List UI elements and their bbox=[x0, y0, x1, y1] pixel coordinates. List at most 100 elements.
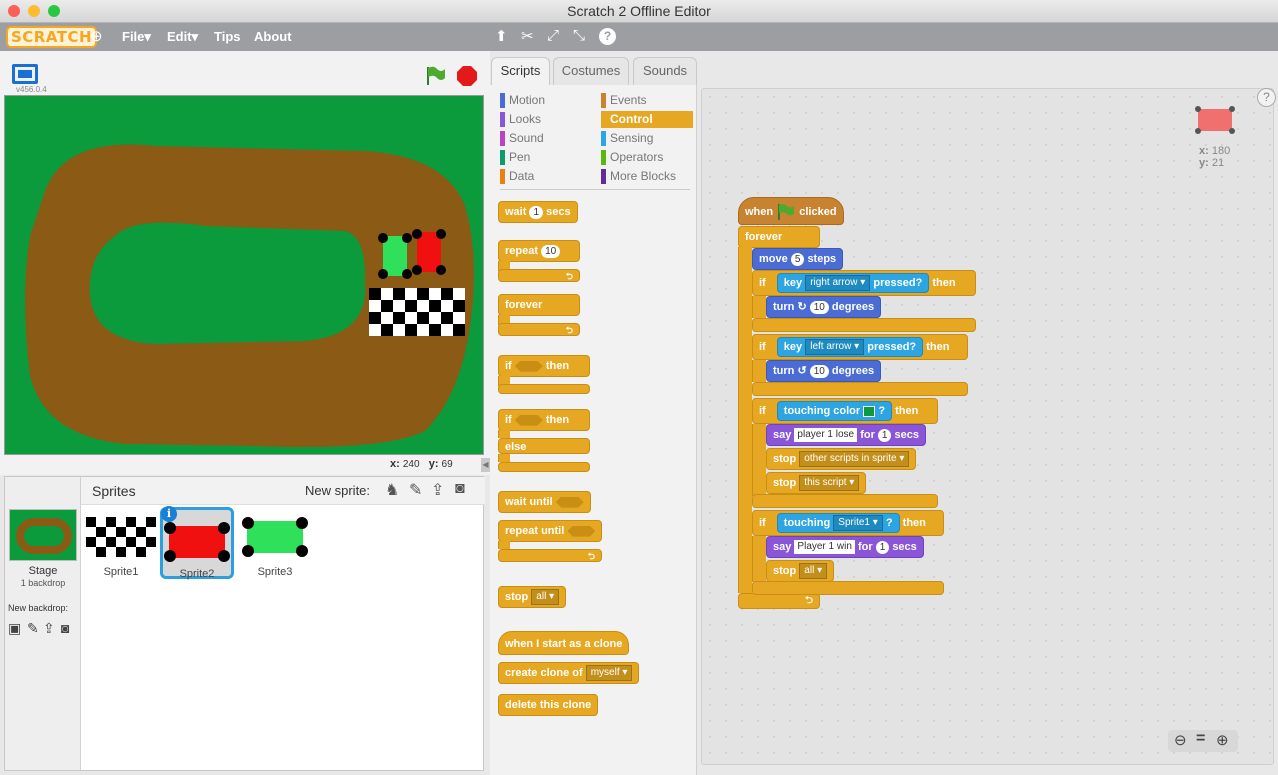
menu-about[interactable]: About bbox=[254, 29, 292, 44]
palette-if-then-block[interactable]: if then bbox=[498, 355, 590, 377]
paint-backdrop-landscape-icon[interactable]: ▣ bbox=[8, 620, 21, 637]
zoom-out-icon[interactable]: ⊖ bbox=[1174, 731, 1187, 749]
green-car-sprite[interactable] bbox=[377, 232, 413, 280]
menu-tips[interactable]: Tips bbox=[214, 29, 241, 44]
repeat-until-mouth bbox=[498, 541, 510, 549]
say-lose-block[interactable]: say player 1 lose for 1 secs bbox=[766, 424, 927, 446]
key-pressed-sensor[interactable]: key left arrow ▾ pressed? bbox=[776, 337, 924, 357]
maximize-window-button[interactable] bbox=[48, 5, 60, 17]
stage-canvas[interactable] bbox=[4, 95, 484, 455]
key-pressed-sensor[interactable]: key right arrow ▾ pressed? bbox=[776, 273, 930, 293]
if-key-left-block[interactable]: if key left arrow ▾ pressed? then bbox=[752, 334, 968, 360]
script-canvas[interactable]: x: 180 y: 21 when clicked forever ⮌ move… bbox=[701, 88, 1274, 765]
move-steps-block[interactable]: move 5 steps bbox=[752, 248, 844, 270]
help-icon[interactable]: ? bbox=[599, 28, 616, 45]
green-flag-icon[interactable] bbox=[424, 65, 446, 87]
if-key-right-block[interactable]: if key right arrow ▾ pressed? then bbox=[752, 270, 976, 296]
palette-forever-block[interactable]: forever bbox=[498, 294, 580, 316]
touching-color-sensor[interactable]: touching color ? bbox=[776, 401, 893, 421]
category-sensing[interactable]: Sensing bbox=[601, 130, 653, 147]
say-win-block[interactable]: say Player 1 win for 1 secs bbox=[766, 536, 924, 558]
zoom-reset-icon[interactable]: = bbox=[1196, 730, 1205, 748]
sprite-thumbnail-sprite2[interactable]: i Sprite2 bbox=[160, 506, 234, 580]
stop-all-block[interactable]: stop all ▾ bbox=[766, 560, 835, 582]
cut-scissors-icon[interactable]: ✂ bbox=[521, 27, 534, 45]
when-flag-clicked-block[interactable]: when clicked bbox=[738, 197, 844, 225]
palette-repeat-until-block[interactable]: repeat until bbox=[498, 520, 602, 542]
green-flag-icon bbox=[778, 204, 795, 221]
palette-repeat-block[interactable]: repeat 10 bbox=[498, 240, 580, 262]
forever-loop-arrow-icon: ⮌ bbox=[498, 323, 580, 336]
category-pen[interactable]: Pen bbox=[500, 149, 530, 166]
category-looks[interactable]: Looks bbox=[500, 111, 541, 128]
red-car-sprite[interactable] bbox=[411, 228, 447, 276]
stage-thumbnail[interactable] bbox=[9, 509, 77, 561]
if-mouth bbox=[752, 360, 766, 382]
finish-line-sprite[interactable] bbox=[369, 288, 465, 336]
category-sound[interactable]: Sound bbox=[500, 130, 544, 147]
touching-sprite-sensor[interactable]: touching Sprite1 ▾ ? bbox=[776, 513, 900, 533]
category-control[interactable]: Control bbox=[601, 111, 693, 128]
camera-sprite-icon[interactable]: ◙ bbox=[455, 480, 465, 498]
block-palette: Motion Looks Sound Pen Data Events Contr… bbox=[490, 85, 697, 775]
fullscreen-icon[interactable] bbox=[12, 64, 38, 84]
scripts-area: Scripts Costumes Sounds Motion Looks Sou… bbox=[490, 51, 1278, 775]
tab-scripts[interactable]: Scripts bbox=[491, 57, 550, 87]
current-sprite-thumbnail bbox=[1195, 106, 1235, 134]
palette-stop-block[interactable]: stop all ▾ bbox=[498, 586, 567, 608]
stop-sign-icon[interactable] bbox=[456, 65, 478, 87]
sprite-info-icon[interactable]: i bbox=[161, 506, 177, 522]
stop-this-script-block[interactable]: stop this script ▾ bbox=[766, 472, 867, 494]
minimize-window-button[interactable] bbox=[28, 5, 40, 17]
if-bottom bbox=[752, 318, 976, 332]
paint-new-sprite-icon[interactable]: ✎ bbox=[409, 480, 422, 500]
upload-backdrop-icon[interactable]: ⇪ bbox=[43, 620, 55, 637]
palette-create-clone-block[interactable]: create clone of myself ▾ bbox=[498, 662, 640, 684]
upload-sprite-icon[interactable]: ⇪ bbox=[431, 480, 444, 500]
menu-edit[interactable]: Edit▾ bbox=[167, 29, 198, 45]
if-touching-color-block[interactable]: if touching color ? then bbox=[752, 398, 938, 424]
category-motion[interactable]: Motion bbox=[500, 92, 545, 109]
palette-delete-clone-block[interactable]: delete this clone bbox=[498, 694, 599, 716]
grow-icon[interactable]: ⤢ bbox=[547, 27, 559, 44]
forever-mouth bbox=[738, 247, 752, 593]
camera-backdrop-icon[interactable]: ◙ bbox=[61, 620, 69, 636]
paint-brush-icon[interactable]: ✎ bbox=[27, 620, 39, 637]
version-label: v456.0.4 bbox=[16, 85, 47, 94]
category-data[interactable]: Data bbox=[500, 168, 534, 185]
close-window-button[interactable] bbox=[8, 5, 20, 17]
globe-icon[interactable]: ⊕ bbox=[90, 27, 103, 45]
red-car-costume-icon bbox=[164, 522, 230, 562]
turn-clockwise-icon: ↻ bbox=[797, 301, 807, 313]
choose-sprite-library-icon[interactable]: ♞ bbox=[385, 480, 399, 500]
menu-file[interactable]: File▾ bbox=[122, 29, 151, 45]
if-mouth bbox=[752, 296, 766, 318]
new-sprite-label: New sprite: bbox=[305, 483, 371, 498]
color-swatch[interactable] bbox=[863, 405, 876, 417]
category-operators[interactable]: Operators bbox=[601, 149, 663, 166]
if-mouth bbox=[752, 424, 766, 496]
palette-if-else-block[interactable]: if then bbox=[498, 409, 590, 431]
zoom-in-icon[interactable]: ⊕ bbox=[1216, 731, 1229, 749]
category-events[interactable]: Events bbox=[601, 92, 647, 109]
forever-block[interactable]: forever bbox=[738, 226, 820, 248]
category-more-blocks[interactable]: More Blocks bbox=[601, 168, 676, 185]
shrink-icon[interactable]: ⤡ bbox=[573, 27, 585, 44]
tips-help-icon[interactable]: ? bbox=[1257, 88, 1276, 107]
palette-wait-block[interactable]: wait 1 secs bbox=[498, 201, 578, 223]
collapse-stage-arrow-icon[interactable]: ◀ bbox=[481, 458, 490, 472]
if-touching-sprite-block[interactable]: if touching Sprite1 ▾ ? then bbox=[752, 510, 944, 536]
scratch-logo[interactable]: SCRATCH bbox=[6, 26, 98, 48]
tab-sounds[interactable]: Sounds bbox=[633, 57, 697, 85]
turn-left-block[interactable]: turn ↺ 10 degrees bbox=[766, 360, 882, 382]
duplicate-stamp-icon[interactable]: ⬆ bbox=[495, 27, 508, 45]
sprites-header: Sprites New sprite: ♞ ✎ ⇪ ◙ bbox=[81, 477, 485, 505]
tab-costumes[interactable]: Costumes bbox=[553, 57, 629, 85]
palette-clone-hat-block[interactable]: when I start as a clone bbox=[498, 631, 630, 655]
stop-other-scripts-block[interactable]: stop other scripts in sprite ▾ bbox=[766, 448, 917, 470]
palette-wait-until-block[interactable]: wait until bbox=[498, 491, 591, 513]
turn-right-block[interactable]: turn ↻ 10 degrees bbox=[766, 296, 882, 318]
window-title: Scratch 2 Offline Editor bbox=[567, 3, 711, 19]
sprite-thumbnail-sprite1[interactable]: Sprite1 bbox=[84, 507, 158, 579]
sprite-thumbnail-sprite3[interactable]: Sprite3 bbox=[238, 507, 312, 579]
